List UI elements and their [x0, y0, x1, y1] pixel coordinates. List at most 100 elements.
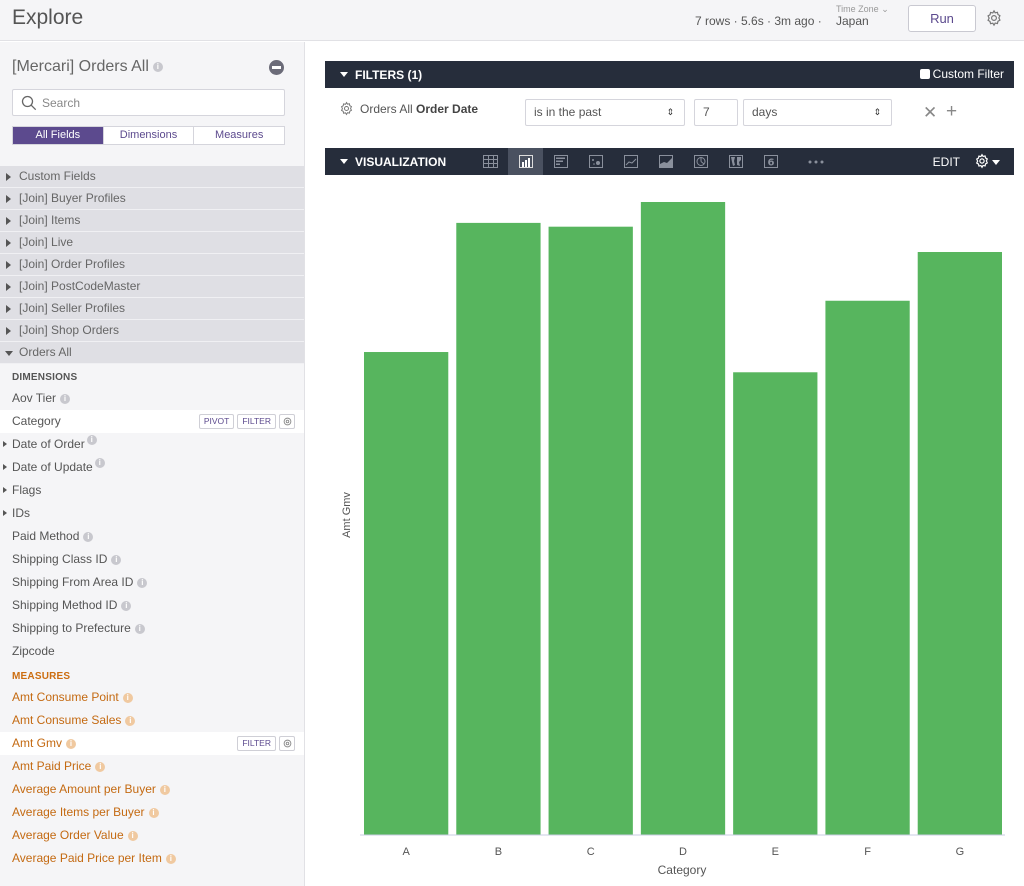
- view-group[interactable]: [Join] Items: [0, 210, 304, 232]
- collapse-sidebar-icon[interactable]: [269, 60, 284, 75]
- timezone-select[interactable]: Japan: [836, 14, 869, 28]
- bars-group: [364, 202, 1002, 835]
- dimension-field[interactable]: Aov Tier i: [0, 387, 304, 410]
- gear-icon[interactable]: [339, 101, 354, 116]
- column-chart-icon[interactable]: [508, 148, 543, 175]
- view-group[interactable]: [Join] Buyer Profiles: [0, 188, 304, 210]
- pie-icon[interactable]: [683, 148, 718, 175]
- bar-chart-icon[interactable]: [543, 148, 578, 175]
- bar-c[interactable]: [548, 226, 633, 835]
- view-group[interactable]: [Join] Live: [0, 232, 304, 254]
- remove-filter-icon[interactable]: ✕: [923, 103, 937, 123]
- viz-settings-gear-icon[interactable]: [974, 153, 1000, 172]
- measure-field-hovered[interactable]: Amt Gmv i FILTER: [0, 732, 304, 755]
- view-group[interactable]: [Join] Order Profiles: [0, 254, 304, 276]
- info-icon[interactable]: i: [66, 738, 76, 749]
- bar-f[interactable]: [825, 300, 910, 835]
- filter-operator-select[interactable]: is in the past ⇕: [525, 99, 685, 126]
- measure-field[interactable]: Average Amount per Buyer i: [0, 778, 304, 801]
- dimension-field[interactable]: Zipcode: [0, 640, 304, 663]
- measure-field[interactable]: Average Order Value i: [0, 824, 304, 847]
- tab-dimensions[interactable]: Dimensions: [104, 127, 195, 144]
- dimension-group[interactable]: Flags: [0, 479, 304, 502]
- measure-field[interactable]: Amt Paid Price i: [0, 755, 304, 778]
- area-icon[interactable]: [648, 148, 683, 175]
- info-icon[interactable]: i: [86, 434, 97, 445]
- info-icon[interactable]: i: [125, 715, 136, 726]
- measure-field[interactable]: Amt Consume Point i: [0, 686, 304, 709]
- info-icon[interactable]: i: [127, 830, 138, 841]
- bar-b[interactable]: [456, 222, 541, 835]
- dimension-group[interactable]: IDs: [0, 502, 304, 525]
- filter-button[interactable]: FILTER: [237, 736, 276, 751]
- bar-g[interactable]: [917, 252, 1002, 835]
- filters-bar[interactable]: FILTERS (1) Custom Filter: [325, 61, 1014, 88]
- info-icon[interactable]: i: [95, 761, 106, 772]
- edit-visualization-button[interactable]: EDIT: [933, 155, 960, 169]
- info-icon[interactable]: i: [152, 61, 163, 72]
- view-group[interactable]: [Join] Seller Profiles: [0, 298, 304, 320]
- scatter-icon[interactable]: [578, 148, 613, 175]
- field-gear-icon[interactable]: [279, 736, 295, 751]
- info-icon[interactable]: i: [159, 784, 170, 795]
- line-icon[interactable]: [613, 148, 648, 175]
- filter-value-input[interactable]: 7: [694, 99, 738, 126]
- measure-field[interactable]: Amt Consume Sales i: [0, 709, 304, 732]
- x-tick-label: E: [772, 846, 779, 858]
- pivot-button[interactable]: PIVOT: [198, 414, 235, 429]
- dimension-field-hovered[interactable]: Category PIVOT FILTER: [0, 410, 304, 433]
- dimension-group[interactable]: Date of Order i: [0, 433, 304, 456]
- caret-right-icon: [3, 510, 7, 516]
- measure-field[interactable]: Average Items per Buyer i: [0, 801, 304, 824]
- bar-d[interactable]: [640, 202, 726, 835]
- view-group[interactable]: [Join] Shop Orders: [0, 320, 304, 342]
- info-icon[interactable]: i: [83, 531, 94, 542]
- dimension-field[interactable]: Shipping Class ID i: [0, 548, 304, 571]
- view-group-expanded[interactable]: Orders All: [0, 342, 304, 364]
- table-icon[interactable]: [473, 148, 508, 175]
- info-icon[interactable]: i: [122, 692, 133, 703]
- checkbox-icon: [919, 69, 930, 79]
- add-filter-icon[interactable]: +: [946, 101, 957, 123]
- bar-e[interactable]: [733, 372, 818, 835]
- dimension-field[interactable]: Paid Method i: [0, 525, 304, 548]
- info-icon[interactable]: i: [148, 807, 159, 818]
- info-icon[interactable]: i: [94, 457, 105, 468]
- filter-unit-select[interactable]: days ⇕: [743, 99, 892, 126]
- custom-filter-checkbox[interactable]: Custom Filter: [919, 67, 1004, 81]
- single-value-icon[interactable]: 6: [753, 148, 788, 175]
- bar-a[interactable]: [364, 352, 449, 835]
- caret-right-icon: [3, 487, 7, 493]
- field-gear-icon[interactable]: [279, 414, 295, 429]
- tab-all-fields[interactable]: All Fields: [13, 127, 104, 144]
- search-input[interactable]: Search: [12, 89, 285, 116]
- map-icon[interactable]: [718, 148, 753, 175]
- info-icon[interactable]: i: [111, 554, 122, 565]
- caret-right-icon: [6, 305, 11, 313]
- x-tick-label: C: [587, 846, 595, 858]
- caret-right-icon: [6, 195, 11, 203]
- info-icon[interactable]: i: [137, 577, 148, 588]
- more-icon[interactable]: [788, 148, 844, 175]
- dimension-field[interactable]: Shipping Method ID i: [0, 594, 304, 617]
- visualization-bar[interactable]: VISUALIZATION 6 EDIT: [325, 148, 1014, 175]
- gear-icon[interactable]: [985, 9, 1003, 27]
- dimension-field[interactable]: Shipping to Prefecture i: [0, 617, 304, 640]
- dimension-field[interactable]: Shipping From Area ID i: [0, 571, 304, 594]
- run-button[interactable]: Run: [908, 5, 976, 32]
- info-icon[interactable]: i: [121, 600, 132, 611]
- top-bar: Explore 7 rows · 5.6s · 3m ago · Time Zo…: [0, 0, 1024, 41]
- tab-measures[interactable]: Measures: [194, 127, 284, 144]
- query-meta: 7 rows · 5.6s · 3m ago ·: [695, 14, 822, 28]
- measure-field[interactable]: Average Paid Price per Item i: [0, 847, 304, 870]
- info-icon[interactable]: i: [165, 853, 176, 864]
- view-group[interactable]: [Join] PostCodeMaster: [0, 276, 304, 298]
- filter-button[interactable]: FILTER: [237, 414, 276, 429]
- caret-down-icon: [340, 72, 348, 77]
- info-icon[interactable]: i: [60, 393, 71, 404]
- filter-field-name: Orders All Order Date: [360, 102, 479, 116]
- view-group[interactable]: Custom Fields: [0, 166, 304, 188]
- info-icon[interactable]: i: [134, 623, 145, 634]
- dimension-group[interactable]: Date of Update i: [0, 456, 304, 479]
- filter-row: Orders All Order Date is in the past ⇕ 7 …: [325, 95, 1014, 135]
